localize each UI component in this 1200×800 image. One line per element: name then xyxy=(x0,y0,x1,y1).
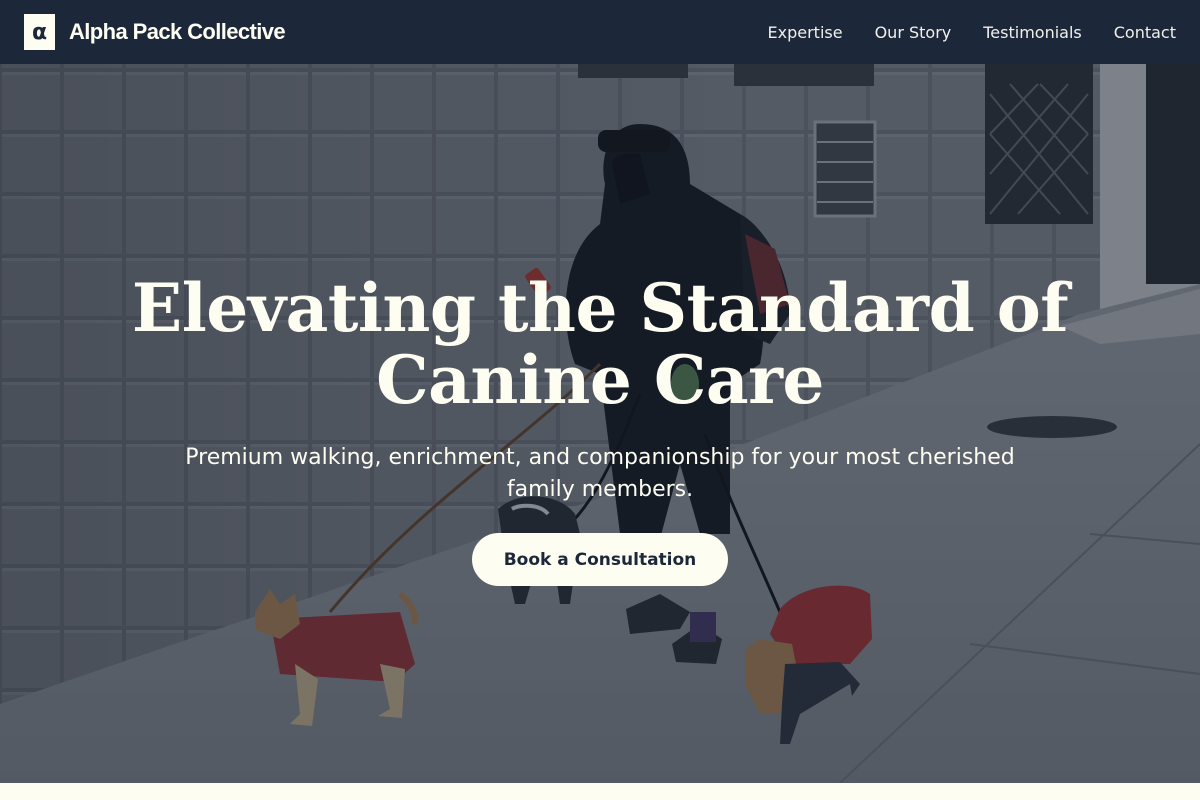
brand-link[interactable]: α Alpha Pack Collective xyxy=(24,14,286,50)
nav-link-our-story[interactable]: Our Story xyxy=(875,23,952,42)
nav-link-expertise[interactable]: Expertise xyxy=(768,23,843,42)
book-consultation-button[interactable]: Book a Consultation xyxy=(472,533,728,586)
hero-title: Elevating the Standard of Canine Care xyxy=(131,269,1069,419)
next-section-edge xyxy=(0,783,1200,800)
nav-link-testimonials[interactable]: Testimonials xyxy=(983,23,1082,42)
nav-link-contact[interactable]: Contact xyxy=(1114,23,1176,42)
hero-section: Elevating the Standard of Canine Care Pr… xyxy=(0,64,1200,783)
alpha-logo-icon: α xyxy=(24,14,55,50)
hero-content: Elevating the Standard of Canine Care Pr… xyxy=(0,64,1200,783)
main-nav: Expertise Our Story Testimonials Contact xyxy=(736,23,1176,42)
brand-name: Alpha Pack Collective xyxy=(69,19,286,44)
logo-glyph: α xyxy=(31,19,48,45)
site-header: α Alpha Pack Collective Expertise Our St… xyxy=(0,0,1200,64)
hero-subtitle: Premium walking, enrichment, and compani… xyxy=(185,445,1015,502)
